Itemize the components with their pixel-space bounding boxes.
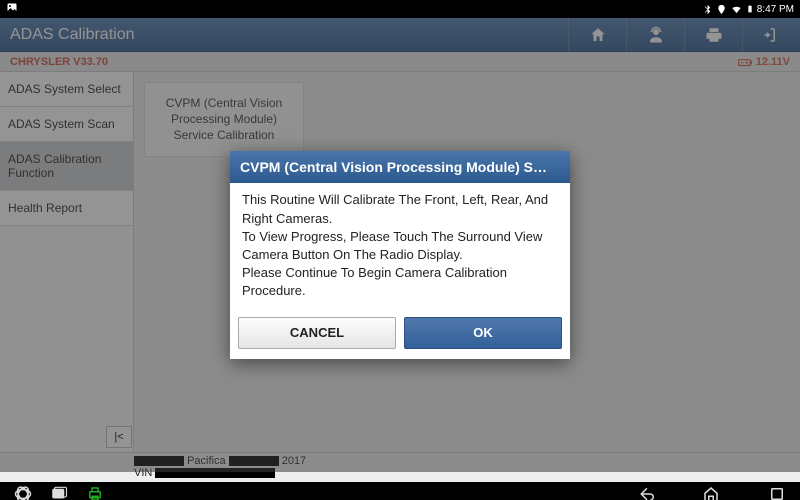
battery-icon: [746, 3, 754, 15]
dialog-title: CVPM (Central Vision Processing Module) …: [230, 151, 570, 183]
dialog-body: This Routine Will Calibrate The Front, L…: [230, 183, 570, 310]
status-time: 8:47 PM: [757, 4, 794, 15]
modal-overlay: CVPM (Central Vision Processing Module) …: [0, 18, 800, 472]
bluetooth-icon: [702, 4, 713, 15]
android-status-bar: 8:47 PM: [0, 0, 800, 18]
browser-icon[interactable]: [14, 485, 32, 500]
gallery-icon[interactable]: [50, 485, 68, 500]
nav-back-button[interactable]: [636, 485, 654, 500]
image-icon: [6, 2, 18, 17]
nav-recent-button[interactable]: [768, 485, 786, 500]
dialog-cvpm-calibration: CVPM (Central Vision Processing Module) …: [230, 151, 570, 358]
cancel-button[interactable]: CANCEL: [238, 317, 396, 349]
wifi-icon: [730, 4, 743, 15]
nav-home-button[interactable]: [702, 485, 720, 500]
android-nav-bar: [0, 482, 800, 500]
ok-button[interactable]: OK: [404, 317, 562, 349]
printer-icon[interactable]: [86, 485, 104, 500]
location-icon: [716, 4, 727, 15]
